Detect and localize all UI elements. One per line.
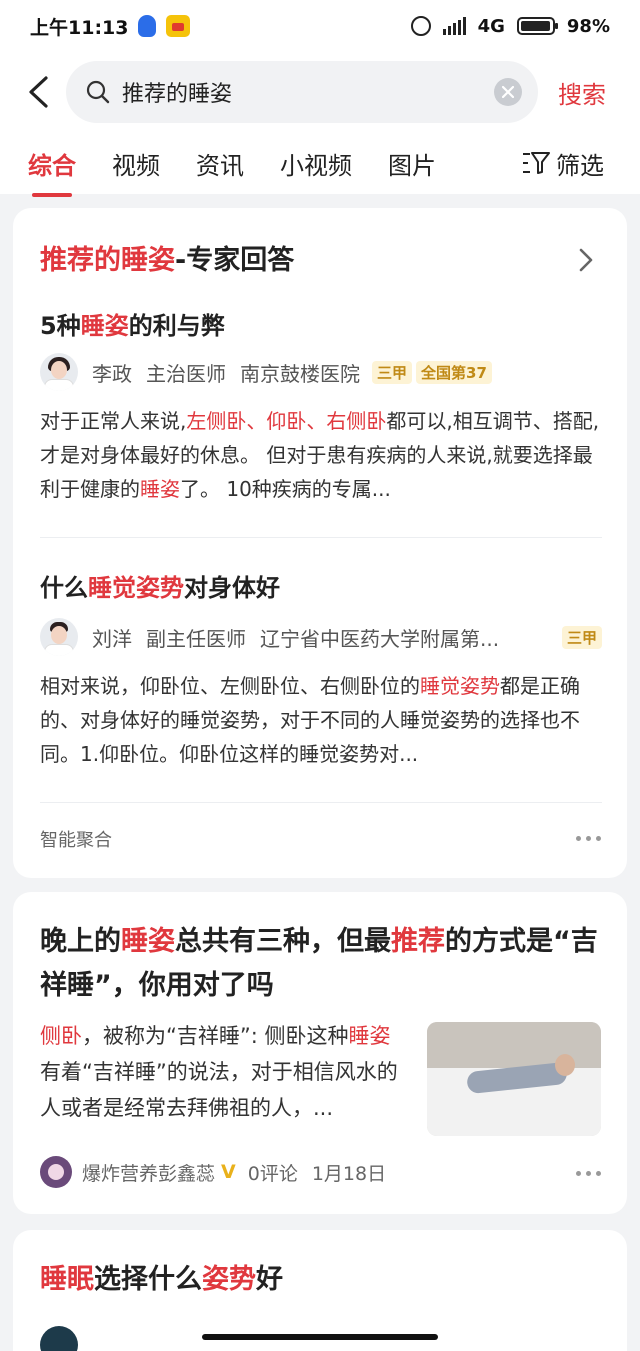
answer-snippet[interactable]: 对于正常人来说,左侧卧、仰卧、右侧卧都可以,相互调节、搭配,才是对身体最好的休息… <box>40 404 606 506</box>
doctor-name: 刘洋 <box>92 626 132 651</box>
expert-answer-card: 推荐的睡姿-专家回答 5种睡姿的利与弊 李政 主治医师 南京鼓楼医院 三甲 全国… <box>13 208 627 878</box>
author-name[interactable]: 爆炸营养彭鑫蕊 <box>82 1159 215 1186</box>
answer-title-text: 对身体好 <box>184 574 280 602</box>
result-title-text: 好 <box>256 1264 283 1295</box>
snippet-highlight: 睡姿 <box>140 477 180 501</box>
answer-title[interactable]: 什么睡觉姿势对身体好 <box>40 568 280 603</box>
result-title-text: 选择什么 <box>94 1264 202 1295</box>
result-title-highlight: 睡眠 <box>40 1264 94 1295</box>
chevron-left-icon <box>29 76 48 108</box>
answer-title-text: 什么 <box>40 574 88 602</box>
status-right: 4G 98% <box>410 15 610 37</box>
article-thumbnail[interactable] <box>427 1022 601 1136</box>
smart-aggregate-label: 智能聚合 <box>40 830 112 851</box>
answer-title[interactable]: 5种睡姿的利与弊 <box>40 306 225 341</box>
snippet-highlight: 睡姿 <box>348 1024 391 1048</box>
network-type: 4G <box>477 15 505 37</box>
divider <box>40 537 602 538</box>
tab-all[interactable]: 综合 <box>28 146 76 197</box>
doctor-hospital: 辽宁省中医药大学附属第... <box>260 626 500 651</box>
expert-card-title-highlight: 推荐的睡姿 <box>40 245 175 276</box>
clear-search-button[interactable] <box>494 78 522 106</box>
close-icon <box>502 86 514 98</box>
doctor-avatar <box>40 618 78 656</box>
filter-label: 筛选 <box>556 151 604 180</box>
alarm-icon <box>410 16 431 36</box>
status-time: 上午11:13 <box>30 16 129 39</box>
article-title-highlight: 推荐 <box>391 926 445 957</box>
doctor-rank: 主治医师 <box>146 361 226 386</box>
status-bar: 上午11:13 4G 98% <box>0 0 640 52</box>
doctor-avatar <box>40 1326 78 1351</box>
hospital-level-badge: 三甲 <box>372 360 413 384</box>
search-input[interactable]: 推荐的睡姿 <box>66 61 538 123</box>
result-tabs: 综合 视频 资讯 小视频 图片 筛选 <box>0 132 640 197</box>
article-title-text: 总共有三种，但最 <box>175 926 391 957</box>
tab-short-video[interactable]: 小视频 <box>280 146 352 181</box>
doctor-hospital: 南京鼓楼医院 <box>240 361 360 386</box>
verified-badge-icon: V <box>221 1161 236 1183</box>
tab-video[interactable]: 视频 <box>112 146 160 181</box>
snippet-text: 有着“吉祥睡”的说法，对于相信风水的人或者是经常去拜佛祖的人，... <box>40 1060 398 1120</box>
more-options-icon[interactable] <box>576 1171 601 1176</box>
expert-card-title-rest: -专家回答 <box>175 245 295 276</box>
more-options-icon[interactable] <box>576 836 601 841</box>
snippet-text: 相对来说，仰卧位、左侧卧位、右侧卧位的 <box>40 674 420 698</box>
tab-images[interactable]: 图片 <box>388 146 436 181</box>
article-snippet[interactable]: 侧卧，被称为“吉祥睡”: 侧卧这种睡姿有着“吉祥睡”的说法，对于相信风水的人或者… <box>40 1018 410 1126</box>
snippet-text: 对于正常人来说, <box>40 409 187 433</box>
snippet-highlight: 侧卧 <box>40 1024 82 1048</box>
article-title-text: 晚上的 <box>40 926 121 957</box>
battery-icon <box>516 17 558 35</box>
hospital-level-badge: 三甲 <box>561 625 602 649</box>
search-icon <box>86 80 110 104</box>
filter-button[interactable]: 筛选 <box>522 146 604 181</box>
article-title[interactable]: 晚上的睡姿总共有三种，但最推荐的方式是“吉祥睡”，你用对了吗 <box>40 920 610 1008</box>
comment-count: 0评论 <box>247 1162 298 1185</box>
answer-title-text: 的利与弊 <box>128 312 225 340</box>
result-card[interactable]: 睡眠选择什么姿势好 <box>13 1230 627 1351</box>
snippet-text: ，被称为“吉祥睡”: 侧卧这种 <box>82 1024 349 1048</box>
hospital-rank-badge: 全国第37 <box>416 360 492 384</box>
author-avatar[interactable] <box>40 1156 72 1188</box>
article-meta-row: 爆炸营养彭鑫蕊 V 0评论 1月18日 <box>40 1156 400 1188</box>
signal-icon <box>442 17 466 35</box>
app-badge-icon <box>166 15 191 37</box>
search-button[interactable]: 搜索 <box>558 75 606 110</box>
home-indicator[interactable] <box>202 1334 438 1340</box>
doctor-avatar <box>40 353 78 391</box>
chevron-right-icon[interactable] <box>579 248 593 272</box>
doctor-row <box>40 1326 92 1351</box>
filter-icon <box>523 152 550 174</box>
publish-date: 1月18日 <box>311 1162 387 1185</box>
doctor-row[interactable]: 李政 主治医师 南京鼓楼医院 三甲 全国第37 <box>40 353 492 391</box>
expert-card-title[interactable]: 推荐的睡姿-专家回答 <box>40 238 294 277</box>
article-card[interactable]: 晚上的睡姿总共有三种，但最推荐的方式是“吉祥睡”，你用对了吗 侧卧，被称为“吉祥… <box>13 892 627 1214</box>
result-title-highlight: 姿势 <box>202 1264 256 1295</box>
answer-title-highlight: 睡姿 <box>80 312 129 340</box>
result-title[interactable]: 睡眠选择什么姿势好 <box>40 1258 610 1302</box>
back-button[interactable] <box>8 62 68 122</box>
snippet-highlight: 睡觉姿势 <box>420 674 500 698</box>
article-title-highlight: 睡姿 <box>121 926 175 957</box>
answer-title-highlight: 睡觉姿势 <box>88 574 184 602</box>
divider <box>40 802 602 803</box>
doctor-name: 李政 <box>92 361 132 386</box>
snippet-highlight: 左侧卧、仰卧、右侧卧 <box>186 409 387 433</box>
doctor-row[interactable]: 刘洋 副主任医师 辽宁省中医药大学附属第... 三甲 <box>40 618 602 656</box>
search-query[interactable]: 推荐的睡姿 <box>122 76 494 108</box>
tab-news[interactable]: 资讯 <box>196 146 244 181</box>
answer-title-text: 5种 <box>40 312 81 340</box>
battery-percent: 98% <box>566 15 610 37</box>
search-header: 推荐的睡姿 搜索 <box>0 52 640 132</box>
doctor-rank: 副主任医师 <box>146 626 246 651</box>
snippet-text: 了。 10种疾病的专属... <box>180 477 391 501</box>
qq-icon <box>138 15 157 37</box>
answer-snippet[interactable]: 相对来说，仰卧位、左侧卧位、右侧卧位的睡觉姿势都是正确的、对身体好的睡觉姿势，对… <box>40 669 606 771</box>
